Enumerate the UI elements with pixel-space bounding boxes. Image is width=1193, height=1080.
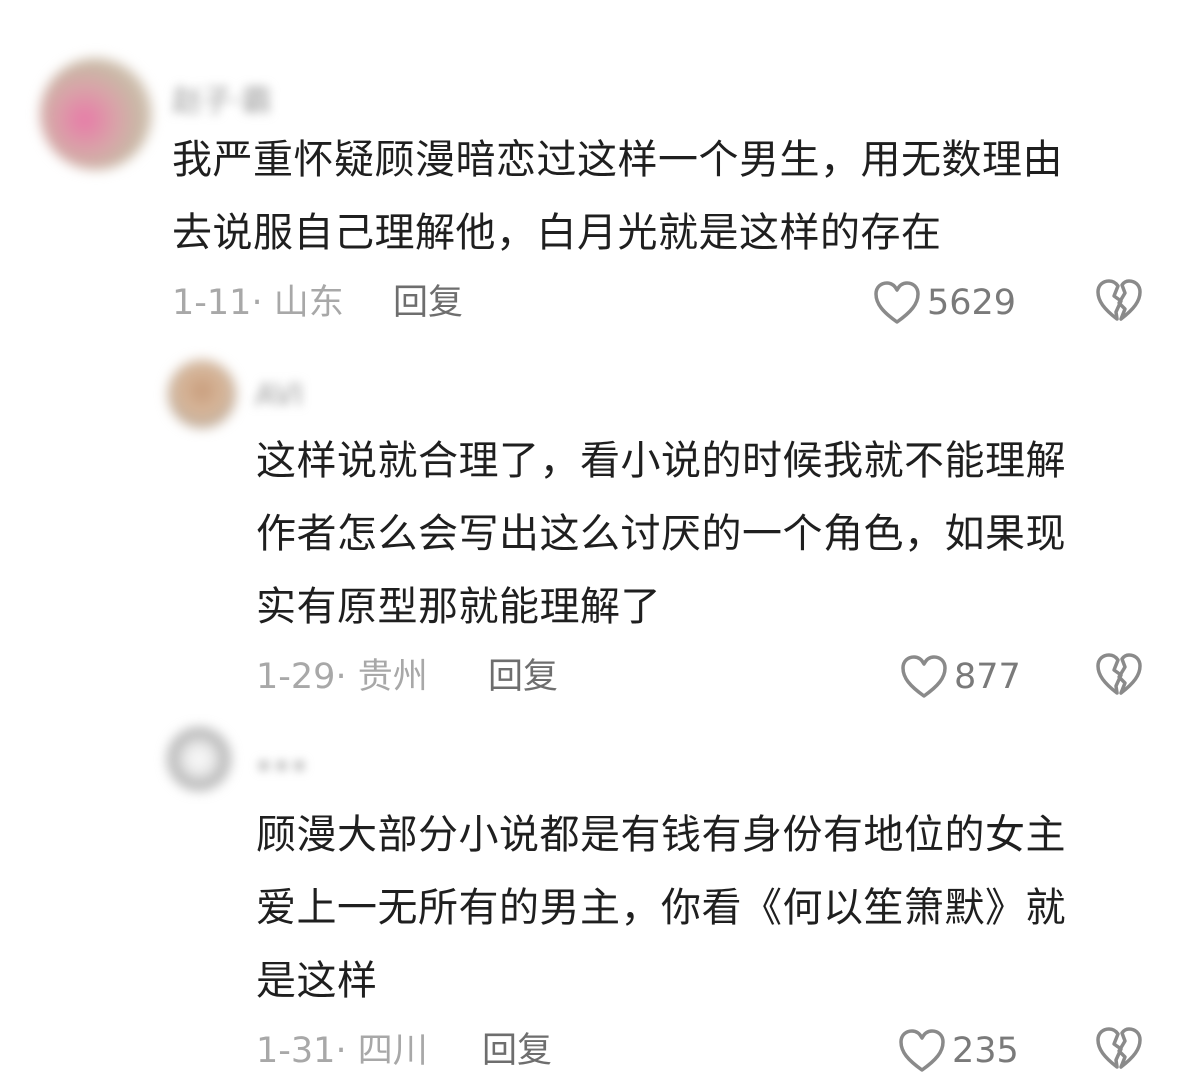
comment-text-line: 这样说就合理了，看小说的时候我就不能理解	[256, 438, 1066, 484]
broken-heart-icon	[1095, 652, 1145, 698]
comment-meta: 1-29· 贵州	[256, 655, 428, 699]
comment-date: 1-11	[172, 283, 252, 323]
broken-heart-icon	[1095, 1026, 1145, 1072]
meta-separator: ·	[335, 657, 358, 697]
comment-text-line: 作者怎么会写出这么讨厌的一个角色，如果现	[256, 511, 1066, 557]
dislike-button[interactable]	[1095, 652, 1145, 702]
comment-location: 山东	[273, 283, 344, 323]
comment-text-line: 爱上一无所有的男主，你看《何以笙箫默》就	[256, 885, 1066, 931]
comment-date: 1-31	[256, 1031, 336, 1071]
dislike-button[interactable]	[1095, 1026, 1145, 1076]
reply-button[interactable]: 回复	[488, 655, 558, 699]
heart-outline-icon	[873, 280, 921, 326]
comment-date: 1-29	[256, 657, 336, 697]
avatar[interactable]	[40, 58, 152, 170]
like-count: 5629	[927, 283, 1017, 323]
comment-text: 我严重怀疑顾漫暗恋过这样一个男生，用无数理由 去说服自己理解他，白月光就是这样的…	[172, 124, 1063, 270]
avatar[interactable]	[168, 360, 236, 428]
reply-comment-item: ••• 顾漫大部分小说都是有钱有身份有地位的女主 爱上一无所有的男主，你看《何以…	[0, 710, 1193, 1080]
comment-location: 贵州	[357, 657, 428, 697]
comment-meta: 1-31· 四川	[256, 1029, 428, 1073]
reply-button[interactable]: 回复	[482, 1029, 552, 1073]
comment-item: 赵子·霸 我严重怀疑顾漫暗恋过这样一个男生，用无数理由 去说服自己理解他，白月光…	[0, 0, 1193, 340]
reply-button[interactable]: 回复	[393, 281, 463, 325]
comment-text-line: 是这样	[256, 958, 378, 1004]
like-button[interactable]: 235	[898, 1026, 1019, 1076]
comment-username[interactable]: AVI	[255, 378, 303, 414]
avatar[interactable]	[168, 728, 230, 790]
comment-text-line: 顾漫大部分小说都是有钱有身份有地位的女主	[256, 812, 1066, 858]
comment-username[interactable]: 赵子·霸	[172, 76, 272, 119]
comment-text-line: 实有原型那就能理解了	[256, 584, 661, 630]
like-button[interactable]: 5629	[873, 278, 1016, 328]
comment-text-line: 我严重怀疑顾漫暗恋过这样一个男生，用无数理由	[172, 137, 1063, 183]
comment-text: 顾漫大部分小说都是有钱有身份有地位的女主 爱上一无所有的男主，你看《何以笙箫默》…	[256, 799, 1066, 1018]
comment-meta: 1-11· 山东	[172, 281, 344, 325]
heart-outline-icon	[900, 654, 948, 700]
like-count: 235	[952, 1031, 1019, 1071]
comment-username[interactable]: •••	[255, 750, 308, 786]
heart-outline-icon	[898, 1028, 946, 1074]
like-button[interactable]: 877	[900, 652, 1021, 702]
broken-heart-icon	[1095, 278, 1145, 324]
comment-text: 这样说就合理了，看小说的时候我就不能理解 作者怎么会写出这么讨厌的一个角色，如果…	[256, 425, 1066, 644]
reply-comment-item: AVI 这样说就合理了，看小说的时候我就不能理解 作者怎么会写出这么讨厌的一个角…	[0, 340, 1193, 710]
comment-text-line: 去说服自己理解他，白月光就是这样的存在	[172, 210, 942, 256]
like-count: 877	[954, 657, 1021, 697]
dislike-button[interactable]	[1095, 278, 1145, 328]
comment-location: 四川	[357, 1031, 428, 1071]
meta-separator: ·	[335, 1031, 358, 1071]
meta-separator: ·	[251, 283, 274, 323]
